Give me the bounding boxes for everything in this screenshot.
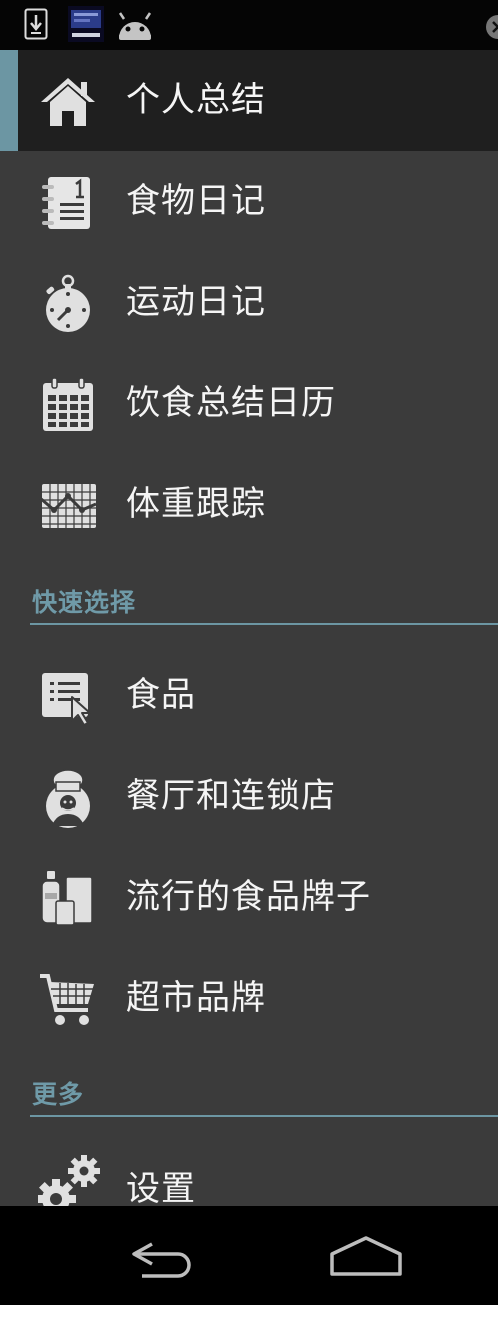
nav-item-label: 餐厅和连锁店 — [126, 776, 336, 816]
food-list-icon — [38, 667, 98, 727]
system-navigation-bar — [0, 1206, 498, 1305]
back-button[interactable] — [124, 1234, 204, 1282]
section-title: 快速选择 — [32, 588, 137, 617]
nav-item-label: 超市品牌 — [126, 978, 266, 1018]
home-outline-icon — [330, 1236, 402, 1276]
nav-item-label: 饮食总结日历 — [126, 383, 336, 423]
section-divider — [30, 1115, 498, 1117]
close-notification-icon[interactable] — [484, 14, 498, 44]
nav-item-exercise-diary[interactable]: 运动日记 — [0, 252, 498, 353]
nav-item-diet-calendar[interactable]: 饮食总结日历 — [0, 353, 498, 454]
nav-item-label: 个人总结 — [126, 80, 266, 120]
navigation-drawer: 个人总结 食物日记 运动日记 饮食总结日历 体重跟踪 快速选择 食品 餐厅和连锁… — [0, 50, 498, 1206]
notebook-icon — [38, 173, 98, 233]
android-icon — [116, 12, 154, 44]
nav-item-label: 运动日记 — [126, 282, 266, 322]
nav-item-label: 食物日记 — [126, 181, 266, 221]
section-title: 更多 — [32, 1080, 85, 1109]
nav-item-label: 体重跟踪 — [126, 484, 266, 524]
calendar-icon — [38, 375, 98, 435]
nav-item-settings[interactable]: 设置 — [0, 1139, 498, 1206]
section-header-quick-select: 快速选择 — [0, 577, 498, 629]
weight-chart-icon — [38, 476, 98, 536]
grocery-icon — [38, 869, 98, 929]
back-arrow-icon — [132, 1242, 191, 1278]
stopwatch-icon — [38, 274, 98, 334]
nav-item-restaurants-chains[interactable]: 餐厅和连锁店 — [0, 746, 498, 847]
nav-item-weight-tracking[interactable]: 体重跟踪 — [0, 454, 498, 555]
gears-icon — [36, 1155, 100, 1206]
nav-item-foods[interactable]: 食品 — [0, 645, 498, 746]
home-icon — [38, 72, 98, 132]
chef-icon — [38, 768, 98, 828]
nav-item-personal-summary[interactable]: 个人总结 — [0, 50, 498, 151]
download-icon — [24, 8, 48, 44]
nav-item-label: 食品 — [126, 675, 196, 715]
shopping-cart-icon — [38, 970, 98, 1030]
nav-item-supermarket-brands[interactable]: 超市品牌 — [0, 948, 498, 1049]
screen: 个人总结 食物日记 运动日记 饮食总结日历 体重跟踪 快速选择 食品 餐厅和连锁… — [0, 0, 498, 1305]
section-divider — [30, 623, 498, 625]
status-bar — [0, 0, 498, 50]
nav-item-label: 流行的食品牌子 — [126, 877, 371, 917]
nav-item-food-diary[interactable]: 食物日记 — [0, 151, 498, 252]
home-button[interactable] — [326, 1234, 406, 1282]
panasonic-app-icon — [68, 6, 104, 46]
nav-item-popular-brands[interactable]: 流行的食品牌子 — [0, 847, 498, 948]
section-header-more: 更多 — [0, 1069, 498, 1121]
nav-item-label: 设置 — [126, 1169, 196, 1206]
